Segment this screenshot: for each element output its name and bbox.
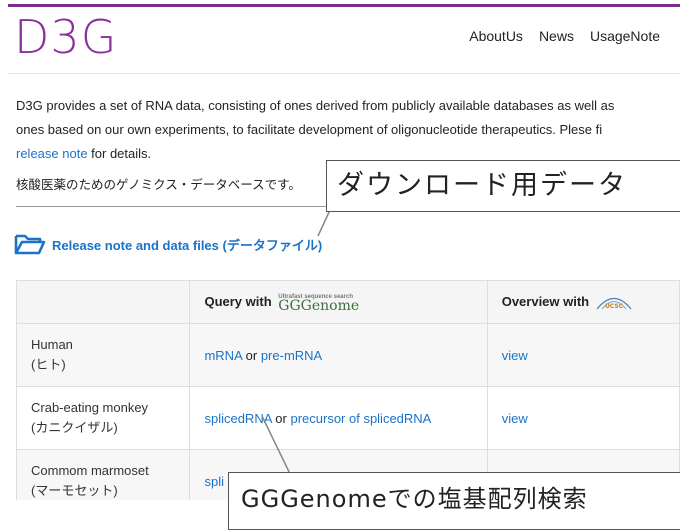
nav-aboutus[interactable]: AboutUs bbox=[469, 28, 523, 44]
header-overview-label: Overview with bbox=[501, 293, 590, 309]
header-overview: Overview with UCSC bbox=[486, 280, 680, 324]
species-name: Commom marmoset bbox=[31, 463, 149, 478]
overview-cell: view bbox=[486, 386, 680, 450]
species-cell: Crab-eating monkey (カニクイザル) bbox=[15, 386, 191, 450]
table-row: Human (ヒト) mRNA or pre-mRNA view bbox=[15, 323, 680, 387]
species-name-jp: (マーモセット) bbox=[31, 483, 118, 498]
intro-line-3-rest: for details. bbox=[87, 146, 152, 161]
query-link-a[interactable]: splicedRNA bbox=[204, 411, 271, 426]
header-query: Query with Ultrafast sequence search GGGe… bbox=[189, 280, 488, 324]
or-text: or bbox=[271, 410, 291, 426]
species-table: Query with Ultrafast sequence search GGGe… bbox=[15, 280, 680, 500]
header-divider bbox=[8, 73, 680, 74]
query-link-a[interactable]: mRNA bbox=[204, 348, 242, 363]
view-link[interactable]: view bbox=[502, 348, 528, 363]
query-link-b[interactable]: precursor of splicedRNA bbox=[290, 411, 431, 426]
top-accent-line bbox=[8, 4, 680, 7]
species-cell: Commom marmoset (マーモセット) bbox=[15, 449, 191, 500]
folder-open-icon bbox=[14, 234, 46, 255]
svg-text:UCSC: UCSC bbox=[605, 303, 624, 310]
intro-line-1: D3G provides a set of RNA data, consisti… bbox=[16, 98, 615, 113]
species-name: Crab-eating monkey bbox=[31, 400, 149, 415]
release-note-link[interactable]: release note bbox=[16, 146, 88, 161]
release-link-label: Release note and data files (データファイル) bbox=[52, 237, 323, 253]
release-link[interactable]: Release note and data files (データファイル) bbox=[14, 233, 322, 255]
table-row: Crab-eating monkey (カニクイザル) splicedRNA or… bbox=[15, 386, 680, 450]
species-name-jp: (カニクイザル) bbox=[31, 420, 118, 435]
overview-cell: view bbox=[486, 323, 680, 387]
intro-paragraph: D3G provides a set of RNA data, consisti… bbox=[16, 94, 680, 166]
japanese-description: 核酸医薬のためのゲノミクス・データベースです。 bbox=[16, 178, 301, 192]
gggenome-logo: Ultrafast sequence search GGGenome bbox=[278, 293, 360, 314]
header-query-label: Query with bbox=[204, 293, 272, 309]
ucsc-logo-icon: UCSC bbox=[596, 298, 632, 310]
or-text: or bbox=[242, 347, 261, 363]
callout-download-data: ダウンロード用データ bbox=[326, 160, 680, 212]
species-name-jp: (ヒト) bbox=[31, 357, 66, 372]
top-nav: AboutUs News UsageNote bbox=[469, 28, 660, 44]
query-cell: splicedRNA or precursor of splicedRNA bbox=[189, 386, 488, 450]
query-cell: mRNA or pre-mRNA bbox=[189, 323, 488, 387]
species-name: Human bbox=[31, 337, 73, 352]
species-cell: Human (ヒト) bbox=[15, 323, 191, 387]
header-species bbox=[15, 280, 191, 324]
view-link[interactable]: view bbox=[502, 411, 528, 426]
table-header-row: Query with Ultrafast sequence search GGGe… bbox=[15, 280, 680, 324]
page: D3G AboutUs News UsageNote D3G provides … bbox=[8, 0, 680, 500]
callout-gggenome-search: GGGenomeでの塩基配列検索 bbox=[228, 472, 680, 530]
query-link-a[interactable]: spli bbox=[204, 474, 224, 489]
gggenome-wordmark: GGGenome bbox=[278, 297, 360, 314]
query-link-b[interactable]: pre-mRNA bbox=[261, 348, 322, 363]
nav-usagenote[interactable]: UsageNote bbox=[590, 28, 660, 44]
nav-news[interactable]: News bbox=[539, 28, 574, 44]
intro-line-2: ones based on our own experiments, to fa… bbox=[16, 122, 603, 137]
site-logo[interactable]: D3G bbox=[14, 12, 117, 62]
